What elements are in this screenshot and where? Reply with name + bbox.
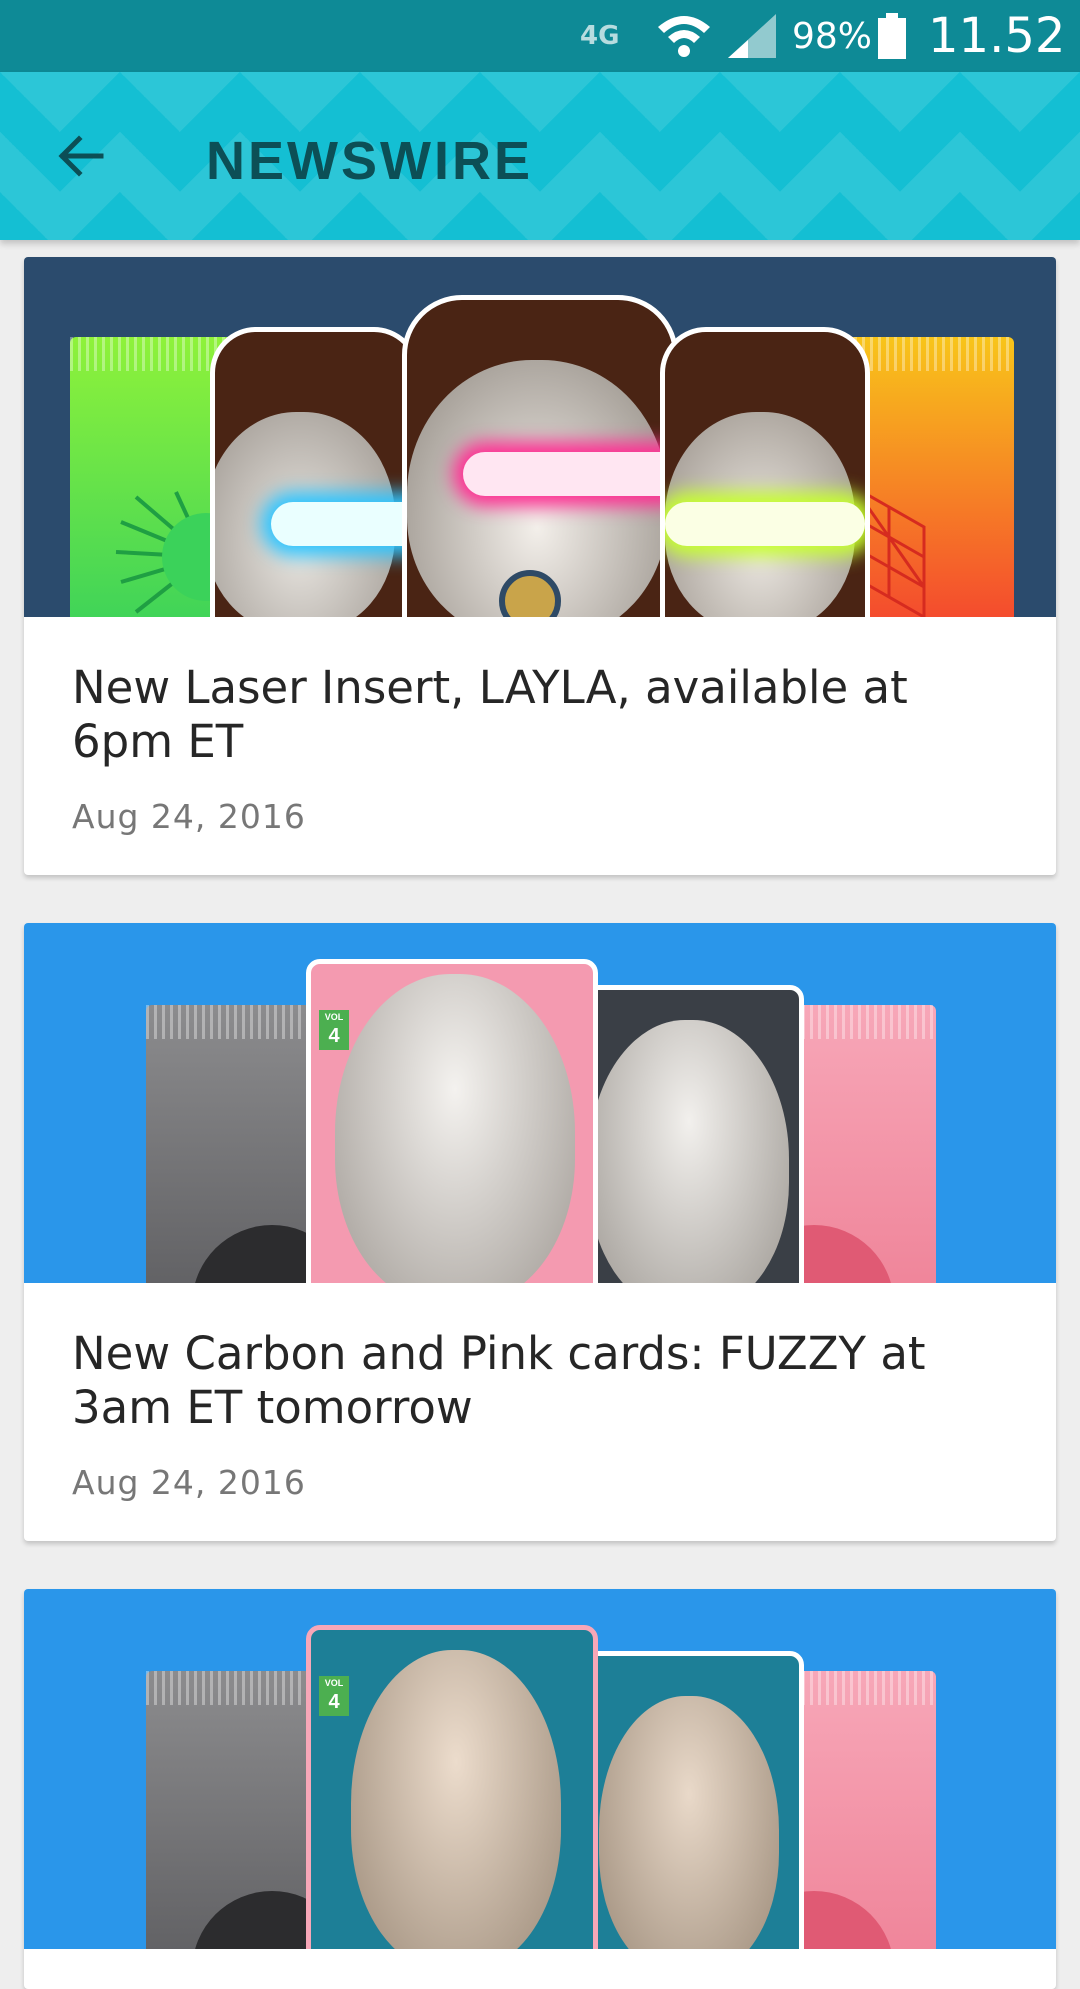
signal-icon <box>726 0 778 72</box>
news-card[interactable]: New Laser Insert, LAYLA, available at 6p… <box>24 257 1056 875</box>
battery-icon <box>876 0 908 72</box>
status-bar: 4G 98% 11.52 <box>0 0 1080 72</box>
kitten-card-carbon <box>574 985 804 1283</box>
news-card-image <box>24 257 1056 617</box>
news-card-image: VOL 4 <box>24 923 1056 1283</box>
kitten-card-pink: VOL 4 <box>306 1625 598 1949</box>
cat-card-green <box>660 327 870 617</box>
vol-badge: VOL 4 <box>319 1676 349 1716</box>
battery-percent: 98% <box>792 15 873 57</box>
news-title: New Laser Insert, LAYLA, available at 6p… <box>72 661 908 768</box>
page-title: NEWSWIRE <box>206 131 533 191</box>
news-card[interactable]: VOL 4 <box>24 1589 1056 1989</box>
app-bar: NEWSWIRE <box>0 72 1080 240</box>
news-date: Aug 24, 2016 <box>72 797 306 836</box>
kitten-card-pink: VOL 4 <box>306 959 598 1283</box>
news-card[interactable]: VOL 4 New Carbon and Pink cards: FUZZY at… <box>24 923 1056 1541</box>
news-title: New Carbon and Pink cards: FUZZY at 3am … <box>72 1327 926 1434</box>
arrow-back-icon <box>58 135 104 177</box>
clock: 11.52 <box>928 8 1066 64</box>
kitten-card-carbon <box>574 1651 804 1949</box>
cat-card-pink <box>402 295 678 617</box>
vol-badge: VOL 4 <box>319 1010 349 1050</box>
back-button[interactable] <box>40 116 120 196</box>
wifi-icon <box>656 0 712 72</box>
news-date: Aug 24, 2016 <box>72 1463 306 1502</box>
cat-card-blue <box>210 327 420 617</box>
network-type: 4G <box>580 21 620 51</box>
news-card-image: VOL 4 <box>24 1589 1056 1949</box>
